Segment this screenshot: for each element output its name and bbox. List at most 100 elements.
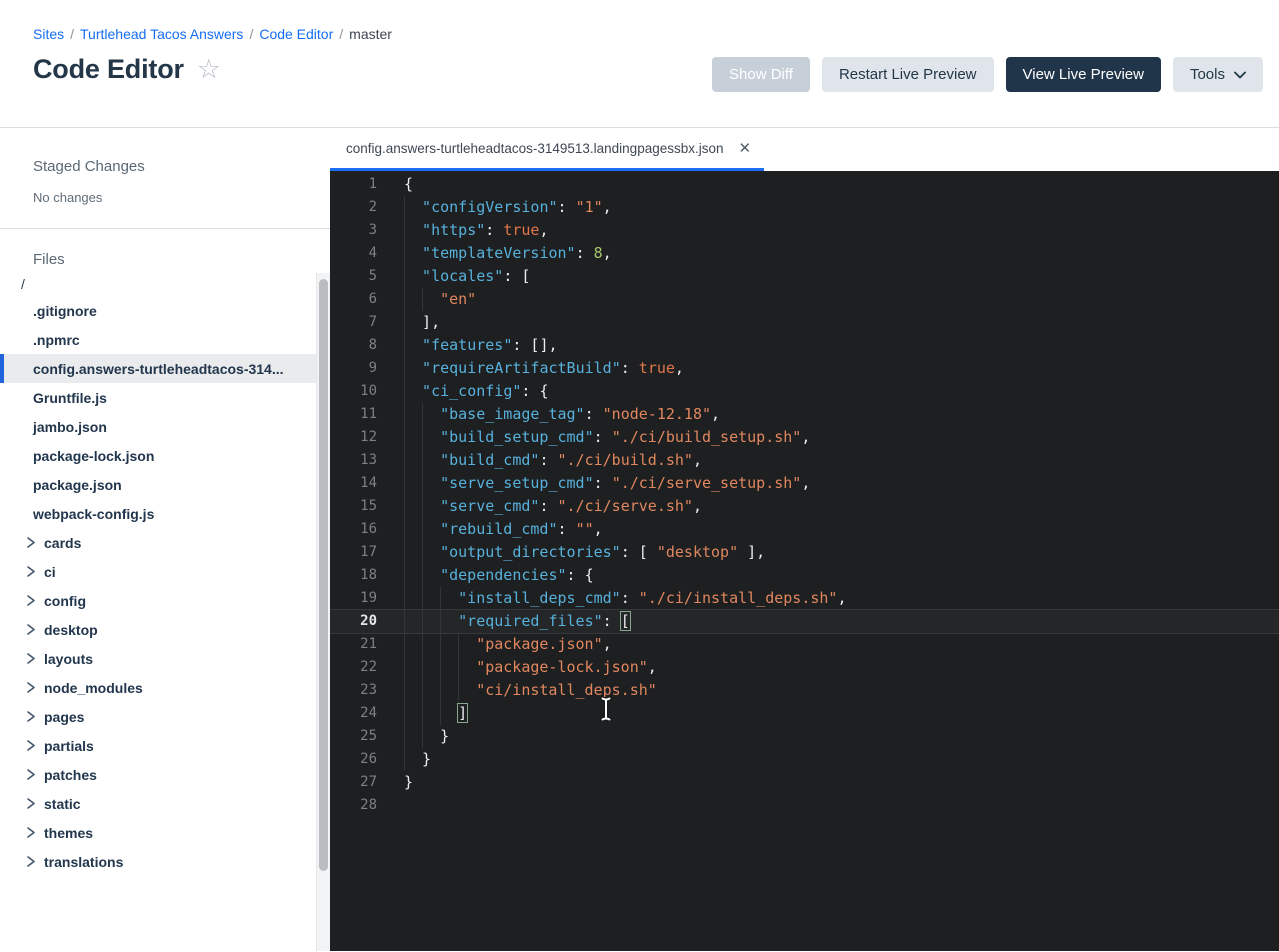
line-number: 1 xyxy=(368,176,377,192)
indent-guide xyxy=(404,541,422,564)
chevron-right-icon xyxy=(27,566,35,577)
code-line-7[interactable]: 7], xyxy=(330,311,1279,334)
code-line-3[interactable]: 3 "https": true, xyxy=(330,219,1279,242)
code-line-19[interactable]: 19 "install_deps_cmd": "./ci/install_deps… xyxy=(330,587,1279,610)
folder-item-static[interactable]: static xyxy=(0,789,330,818)
token-k: "rebuild_cmd" xyxy=(440,520,558,538)
show-diff-button[interactable]: Show Diff xyxy=(712,57,810,92)
folder-item-translations[interactable]: translations xyxy=(0,847,330,876)
files-section: Files / .gitignore .npmrc config.answers-t… xyxy=(0,229,330,876)
folder-item-themes[interactable]: themes xyxy=(0,818,330,847)
code-line-18[interactable]: 18 "dependencies": { xyxy=(330,564,1279,587)
indent-guide xyxy=(404,518,422,541)
code-line-27[interactable]: 27} xyxy=(330,771,1279,794)
code-line-26[interactable]: 26} xyxy=(330,748,1279,771)
tab-config-json[interactable]: config.answers-turtleheadtacos-3149513.l… xyxy=(330,128,765,171)
line-number: 26 xyxy=(360,751,377,767)
code-line-13[interactable]: 13 "build_cmd": "./ci/build.sh", xyxy=(330,449,1279,472)
breadcrumb-item-code-editor[interactable]: Code Editor xyxy=(259,26,333,42)
indent-guide xyxy=(404,725,422,748)
code-line-16[interactable]: 16 "rebuild_cmd": "", xyxy=(330,518,1279,541)
folder-item-cards[interactable]: cards xyxy=(0,528,330,557)
code-line-11[interactable]: 11 "base_image_tag": "node-12.18", xyxy=(330,403,1279,426)
file-item-config-answers-turtleheadtacos-314-[interactable]: config.answers-turtleheadtacos-314... xyxy=(0,354,330,383)
files-title: Files xyxy=(33,251,65,268)
code-line-5[interactable]: 5 "locales": [ xyxy=(330,265,1279,288)
folder-item-config[interactable]: config xyxy=(0,586,330,615)
header-toolbar: Show Diff Restart Live Preview View Live… xyxy=(712,57,1263,92)
code-line-10[interactable]: 10 "ci_config": { xyxy=(330,380,1279,403)
code-line-24[interactable]: 24] xyxy=(330,702,1279,725)
folder-item-layouts[interactable]: layouts xyxy=(0,644,330,673)
code-line-20[interactable]: 20 "required_files": [ xyxy=(330,610,1279,633)
token-p: : [ xyxy=(503,267,531,285)
breadcrumb-item-sites[interactable]: Sites xyxy=(33,26,64,42)
file-item-Gruntfile-js[interactable]: Gruntfile.js xyxy=(0,383,330,412)
code-line-2[interactable]: 2 "configVersion": "1", xyxy=(330,196,1279,219)
indent-guide xyxy=(440,633,458,656)
code-line-6[interactable]: 6 "en" xyxy=(330,288,1279,311)
chevron-right-icon xyxy=(27,827,35,838)
indent-guide xyxy=(422,518,440,541)
token-k: "https" xyxy=(422,221,486,239)
chevron-right-icon xyxy=(27,740,35,751)
line-content: } xyxy=(404,748,431,771)
token-p: : [ xyxy=(620,543,657,561)
token-p: , xyxy=(711,405,721,423)
indent-guide xyxy=(458,656,476,679)
folder-item-desktop[interactable]: desktop xyxy=(0,615,330,644)
tools-button[interactable]: Tools xyxy=(1172,57,1263,92)
token-p: } xyxy=(404,773,414,791)
sidebar-scrollbar[interactable] xyxy=(316,273,330,951)
file-item-package-lock-json[interactable]: package-lock.json xyxy=(0,441,330,470)
code-line-17[interactable]: 17 "output_directories": [ "desktop" ], xyxy=(330,541,1279,564)
indent-guide xyxy=(422,679,440,702)
code-line-4[interactable]: 4 "templateVersion": 8, xyxy=(330,242,1279,265)
code-line-22[interactable]: 22 "package-lock.json", xyxy=(330,656,1279,679)
breadcrumb-item-turtlehead-tacos-answers[interactable]: Turtlehead Tacos Answers xyxy=(80,26,243,42)
token-p: : xyxy=(620,359,639,377)
indent-guide xyxy=(422,564,440,587)
token-s: "package-lock.json" xyxy=(476,658,648,676)
code-line-21[interactable]: 21 "package.json", xyxy=(330,633,1279,656)
folder-item-partials[interactable]: partials xyxy=(0,731,330,760)
tab-close-icon[interactable]: ✕ xyxy=(739,141,752,156)
code-line-8[interactable]: 8 "features": [], xyxy=(330,334,1279,357)
folder-name: translations xyxy=(44,853,124,870)
folder-item-node_modules[interactable]: node_modules xyxy=(0,673,330,702)
favorite-star-icon[interactable]: ☆ xyxy=(197,56,221,83)
token-k: "templateVersion" xyxy=(422,244,576,262)
token-p: : xyxy=(584,405,603,423)
code-line-1[interactable]: 1{ xyxy=(330,173,1279,196)
code-line-9[interactable]: 9 "requireArtifactBuild": true, xyxy=(330,357,1279,380)
file-item--npmrc[interactable]: .npmrc xyxy=(0,325,330,354)
view-live-preview-button[interactable]: View Live Preview xyxy=(1005,57,1161,92)
file-item-package-json[interactable]: package.json xyxy=(0,470,330,499)
line-number: 22 xyxy=(360,659,377,675)
file-item--gitignore[interactable]: .gitignore xyxy=(0,296,330,325)
code-line-14[interactable]: 14 "serve_setup_cmd": "./ci/serve_setup.s… xyxy=(330,472,1279,495)
file-item-webpack-config-js[interactable]: webpack-config.js xyxy=(0,499,330,528)
line-content: "rebuild_cmd": "", xyxy=(404,518,603,541)
folder-item-patches[interactable]: patches xyxy=(0,760,330,789)
code-line-15[interactable]: 15 "serve_cmd": "./ci/serve.sh", xyxy=(330,495,1279,518)
code-line-28[interactable]: 28 xyxy=(330,794,1279,817)
line-number: 8 xyxy=(368,337,377,353)
code-line-23[interactable]: 23 "ci/install_deps.sh" xyxy=(330,679,1279,702)
breadcrumb: Sites / Turtlehead Tacos Answers / Code Edit… xyxy=(33,26,1263,43)
token-s: "./ci/build.sh" xyxy=(557,451,693,469)
token-k: "configVersion" xyxy=(422,198,558,216)
code-editor-surface[interactable]: 1{2 "configVersion": "1", 3 "https": true, 4… xyxy=(330,171,1279,951)
file-item-jambo-json[interactable]: jambo.json xyxy=(0,412,330,441)
folder-item-ci[interactable]: ci xyxy=(0,557,330,586)
indent-guide xyxy=(422,610,440,633)
code-line-25[interactable]: 25} xyxy=(330,725,1279,748)
code-line-12[interactable]: 12 "build_setup_cmd": "./ci/build_setup.s… xyxy=(330,426,1279,449)
line-number: 3 xyxy=(368,222,377,238)
indent-guide xyxy=(458,633,476,656)
indent-guide xyxy=(404,449,422,472)
folder-item-pages[interactable]: pages xyxy=(0,702,330,731)
restart-live-preview-button[interactable]: Restart Live Preview xyxy=(821,57,994,92)
token-p: , xyxy=(539,221,549,239)
sidebar-scrollbar-thumb[interactable] xyxy=(319,279,328,871)
